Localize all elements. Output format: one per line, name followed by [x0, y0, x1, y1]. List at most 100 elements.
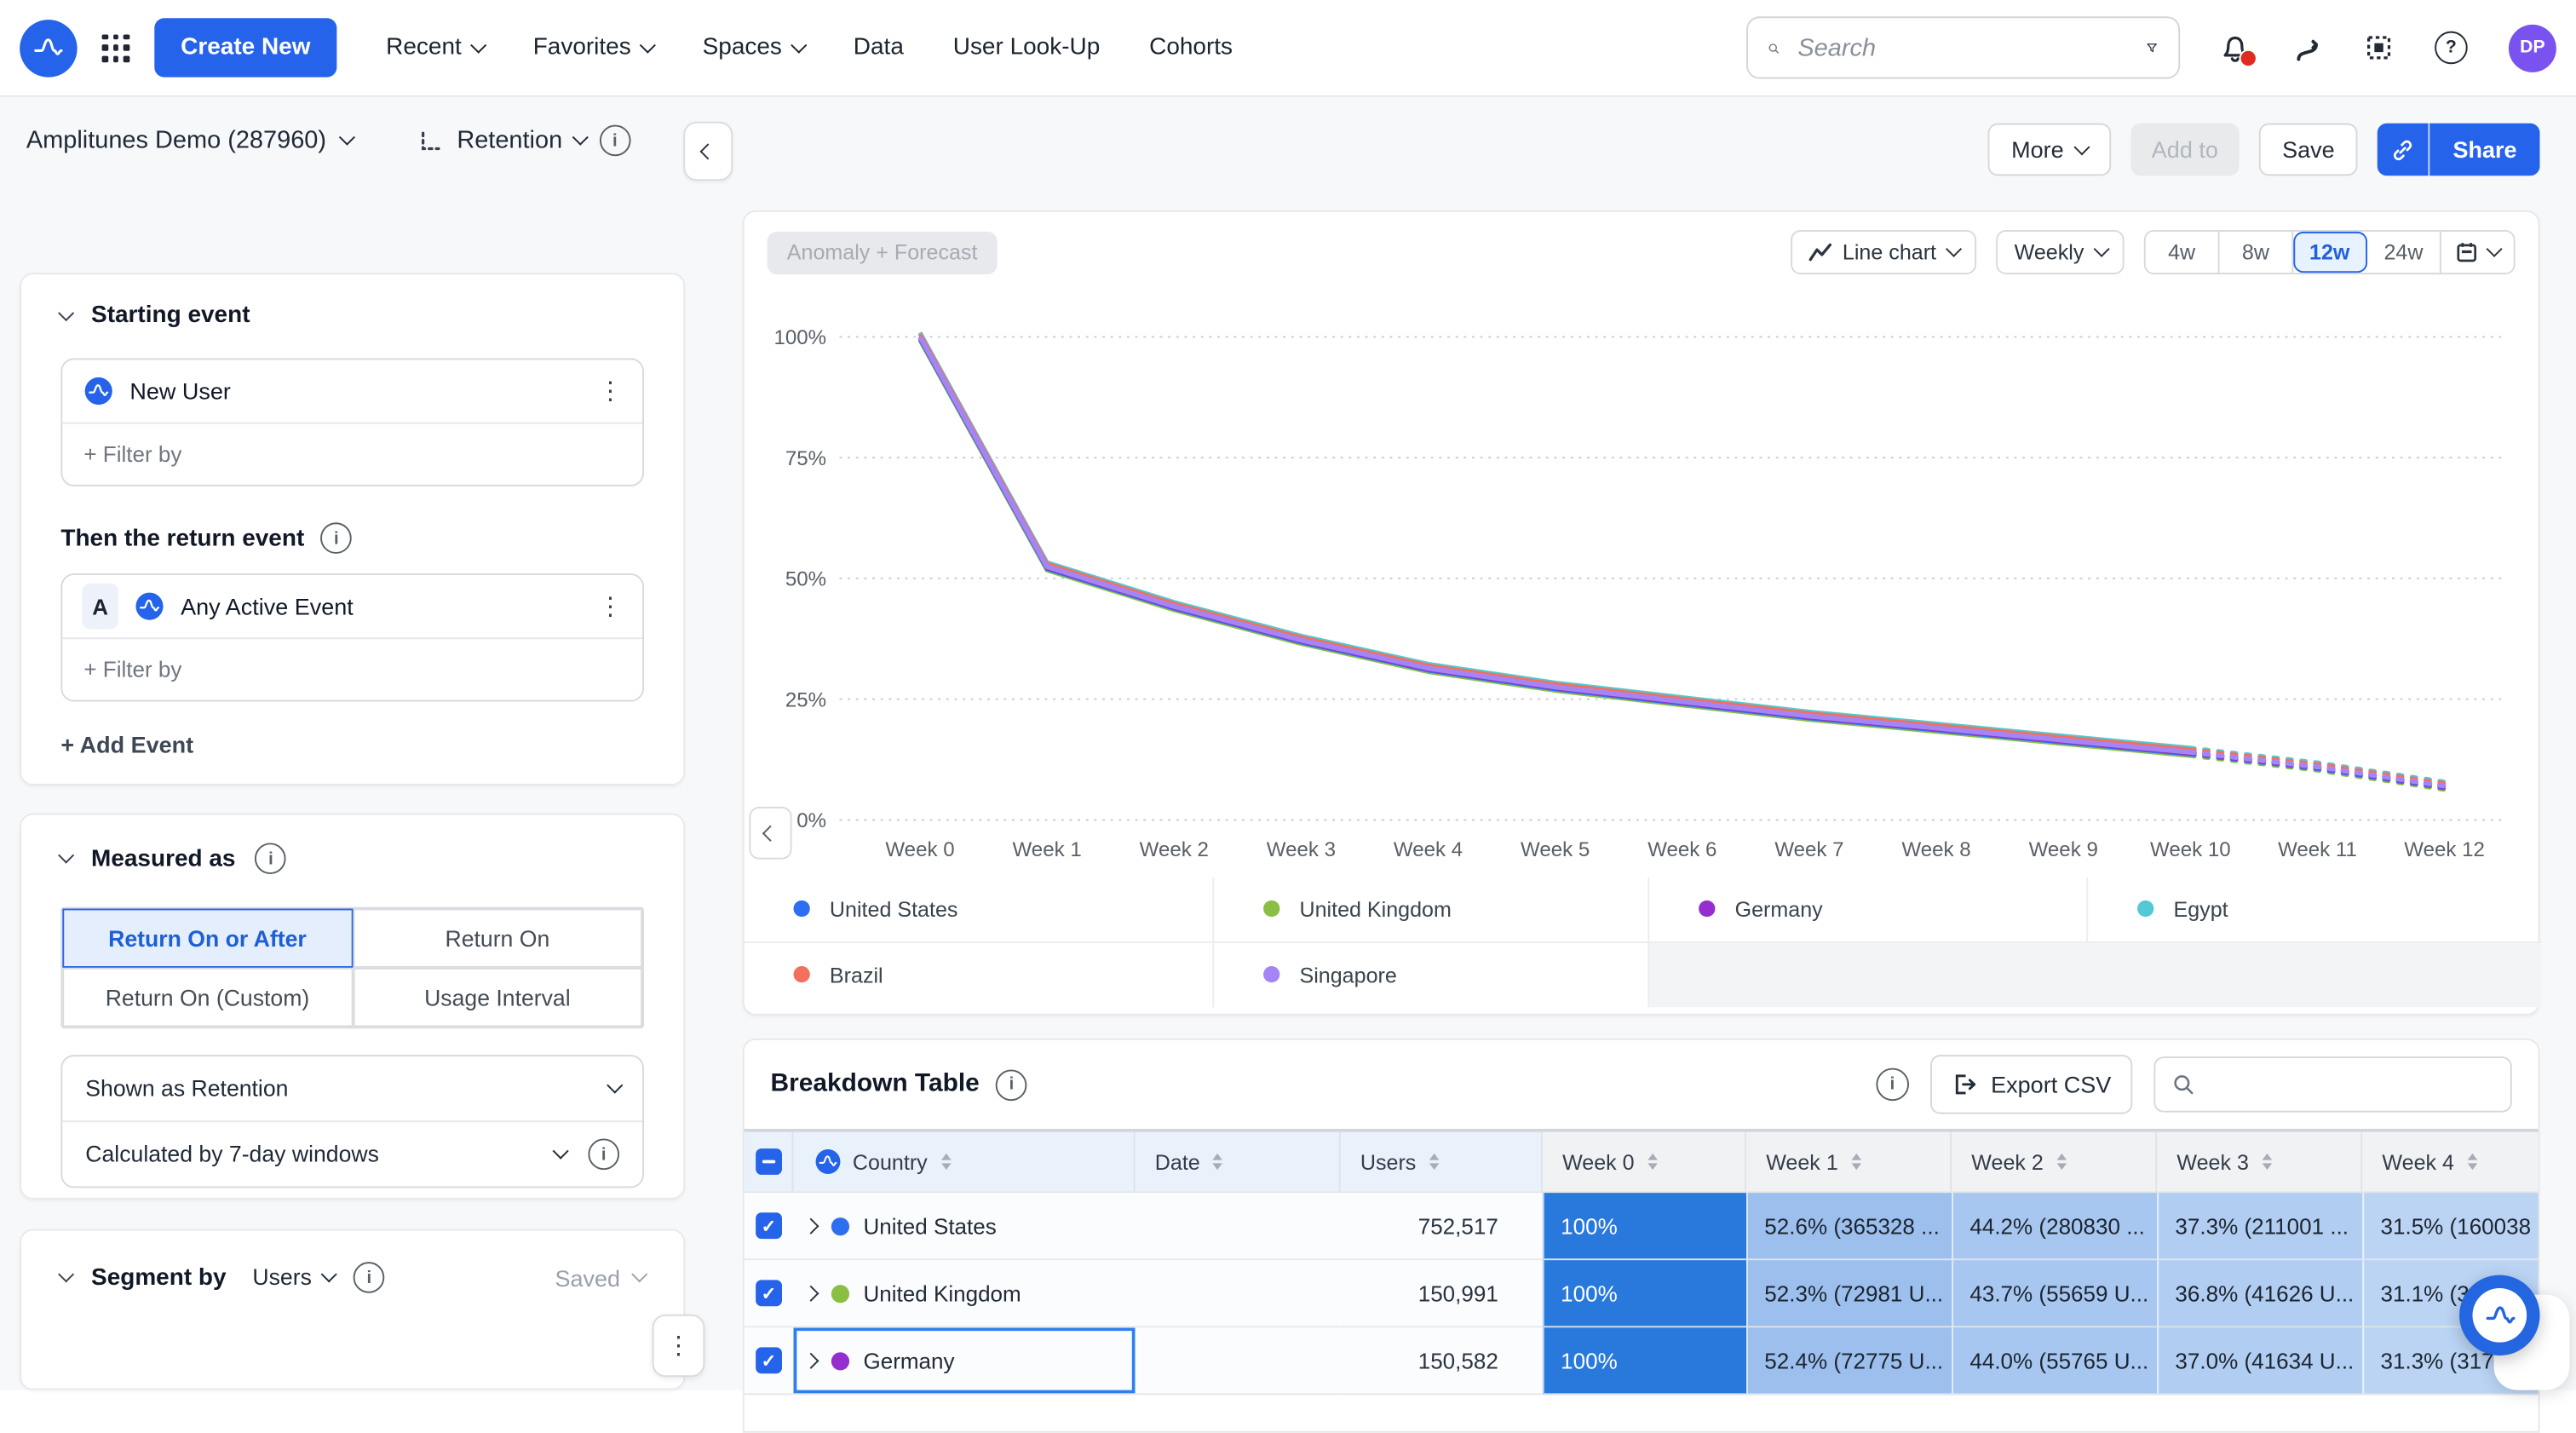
starting-event-row[interactable]: New User ⋮ — [62, 360, 642, 422]
info-icon[interactable]: i — [256, 843, 287, 874]
legend-item-egypt[interactable]: Egypt — [2088, 878, 2541, 942]
info-icon[interactable]: i — [588, 1138, 619, 1170]
week0-cell[interactable]: 100% — [1543, 1193, 1746, 1260]
segment-mode-dropdown[interactable]: Users — [252, 1265, 334, 1290]
week0-cell[interactable]: 100% — [1543, 1260, 1746, 1327]
table-search[interactable] — [2153, 1056, 2511, 1113]
column-header-week4[interactable]: Week 4 — [2362, 1132, 2539, 1191]
table-search-input[interactable] — [2195, 1070, 2494, 1098]
collapse-section-icon[interactable] — [59, 848, 74, 863]
column-header-week3[interactable]: Week 3 — [2157, 1132, 2362, 1191]
add-to-button[interactable]: Add to — [2130, 124, 2240, 176]
calculated-by-dropdown[interactable]: Calculated by 7-day windows i — [62, 1120, 642, 1186]
option-return-on-or-after[interactable]: Return On or After — [62, 908, 352, 967]
nav-item-cohorts[interactable]: Cohorts — [1149, 34, 1233, 60]
week1-cell[interactable]: 52.3% (72981 U... — [1746, 1260, 1952, 1327]
range-12w[interactable]: 12w — [2293, 232, 2367, 273]
sort-icon[interactable] — [940, 1154, 951, 1170]
week2-cell[interactable]: 43.7% (55659 U... — [1952, 1260, 2157, 1327]
nav-item-data[interactable]: Data — [854, 34, 904, 60]
filter-by-button[interactable]: + Filter by — [62, 637, 642, 699]
legend-item-brazil[interactable]: Brazil — [745, 942, 1215, 1007]
sidebar-options-kebab-button[interactable]: ⋮ — [653, 1315, 705, 1377]
sort-icon[interactable] — [1851, 1154, 1861, 1170]
export-csv-button[interactable]: Export CSV — [1930, 1055, 2132, 1114]
analysis-type-selector[interactable]: Retention — [457, 126, 562, 154]
amplitude-assistant-fab[interactable] — [2459, 1275, 2540, 1356]
app-launcher-icon[interactable] — [102, 34, 130, 62]
row-checkbox[interactable]: ✓ — [756, 1212, 782, 1239]
week4-cell[interactable]: 31.5% (160038 ... — [2362, 1193, 2539, 1260]
event-menu-icon[interactable]: ⋮ — [598, 594, 623, 619]
amplitude-logo-icon[interactable] — [20, 19, 77, 76]
pathfinder-icon[interactable] — [2291, 32, 2323, 64]
anomaly-forecast-button[interactable]: Anomaly + Forecast — [768, 231, 998, 273]
chevron-down-icon[interactable] — [573, 129, 589, 145]
copy-link-button[interactable] — [2378, 124, 2430, 176]
column-header-week2[interactable]: Week 2 — [1952, 1132, 2157, 1191]
sidebar-collapse-button[interactable] — [683, 122, 733, 181]
expand-row-icon[interactable] — [805, 1355, 816, 1367]
week3-cell[interactable]: 37.0% (41634 U... — [2157, 1327, 2362, 1395]
country-cell[interactable]: United States — [793, 1193, 1135, 1260]
option-return-on-custom[interactable]: Return On (Custom) — [62, 968, 352, 1027]
user-avatar[interactable]: DP — [2509, 24, 2556, 72]
help-icon[interactable]: ? — [2435, 32, 2468, 65]
share-button[interactable]: Share — [2430, 124, 2540, 176]
week1-cell[interactable]: 52.6% (365328 ... — [1746, 1193, 1952, 1260]
expand-row-icon[interactable] — [805, 1288, 816, 1299]
column-header-users[interactable]: Users — [1341, 1132, 1543, 1191]
select-all-checkbox[interactable] — [755, 1148, 781, 1175]
select-region-icon[interactable] — [2364, 33, 2394, 63]
filter-by-button[interactable]: + Filter by — [62, 423, 642, 485]
column-header-country[interactable]: Country — [793, 1132, 1135, 1191]
nav-item-spaces[interactable]: Spaces — [703, 34, 804, 60]
saved-dropdown[interactable]: Saved — [555, 1264, 644, 1291]
filter-funnel-icon[interactable] — [2146, 34, 2159, 60]
range-4w[interactable]: 4w — [2146, 232, 2220, 273]
sort-icon[interactable] — [1647, 1154, 1658, 1170]
week2-cell[interactable]: 44.2% (280830 ... — [1952, 1193, 2157, 1260]
create-new-button[interactable]: Create New — [154, 18, 336, 77]
legend-item-singapore[interactable]: Singapore — [1214, 942, 1649, 1007]
column-header-date[interactable]: Date — [1136, 1132, 1341, 1191]
chart-type-dropdown[interactable]: Line chart — [1790, 230, 1976, 274]
return-event-row[interactable]: A Any Active Event ⋮ — [62, 575, 642, 637]
sort-icon[interactable] — [1429, 1154, 1440, 1170]
week3-cell[interactable]: 36.8% (41626 U... — [2157, 1260, 2362, 1327]
search-input[interactable] — [1795, 32, 2131, 64]
granularity-dropdown[interactable]: Weekly — [1996, 230, 2124, 274]
column-header-week1[interactable]: Week 1 — [1746, 1132, 1952, 1191]
column-header-week0[interactable]: Week 0 — [1543, 1132, 1746, 1191]
legend-item-united-states[interactable]: United States — [745, 878, 1215, 942]
expand-row-icon[interactable] — [805, 1220, 816, 1231]
sort-icon[interactable] — [2467, 1154, 2477, 1170]
collapse-section-icon[interactable] — [59, 1267, 74, 1282]
collapse-section-icon[interactable] — [59, 305, 74, 320]
country-cell-selected[interactable]: Germany — [793, 1327, 1135, 1395]
custom-date-range-button[interactable] — [2441, 232, 2514, 273]
sort-icon[interactable] — [2056, 1154, 2067, 1170]
nav-item-user-lookup[interactable]: User Look-Up — [953, 34, 1101, 60]
legend-item-united-kingdom[interactable]: United Kingdom — [1214, 878, 1649, 942]
week0-cell[interactable]: 100% — [1543, 1327, 1746, 1395]
info-icon[interactable]: i — [996, 1069, 1027, 1101]
retention-line-chart[interactable]: 100%75%50%25%0%Week 0Week 1Week 2Week 3W… — [745, 212, 2542, 869]
week2-cell[interactable]: 44.0% (55765 U... — [1952, 1327, 2157, 1395]
nav-item-recent[interactable]: Recent — [386, 34, 484, 60]
event-menu-icon[interactable]: ⋮ — [598, 379, 623, 404]
global-search[interactable] — [1746, 16, 2180, 78]
sort-icon[interactable] — [1213, 1154, 1223, 1170]
option-return-on[interactable]: Return On — [353, 908, 642, 967]
info-icon[interactable]: i — [321, 522, 353, 554]
chart-page-left-button[interactable] — [749, 807, 791, 860]
option-usage-interval[interactable]: Usage Interval — [353, 968, 642, 1027]
week1-cell[interactable]: 52.4% (72775 U... — [1746, 1327, 1952, 1395]
row-checkbox[interactable]: ✓ — [756, 1347, 782, 1373]
range-8w[interactable]: 8w — [2219, 232, 2293, 273]
info-icon[interactable]: i — [354, 1262, 385, 1293]
shown-as-dropdown[interactable]: Shown as Retention — [62, 1056, 642, 1120]
save-button[interactable]: Save — [2259, 124, 2358, 176]
legend-item-germany[interactable]: Germany — [1649, 878, 2088, 942]
sort-icon[interactable] — [2262, 1154, 2272, 1170]
